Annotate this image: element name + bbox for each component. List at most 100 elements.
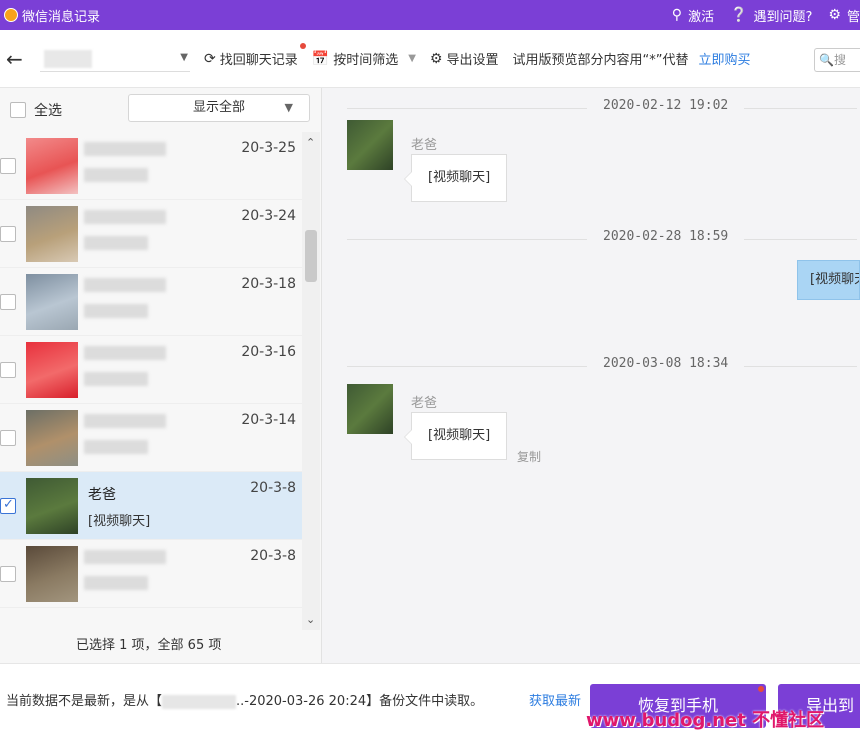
blurred-preview xyxy=(84,304,148,318)
export-settings-label: 导出设置 xyxy=(446,53,499,68)
scroll-up-icon[interactable]: ⌃ xyxy=(306,136,315,149)
buy-now-link[interactable]: 立即购买 xyxy=(698,49,750,68)
app-title: 微信消息记录 xyxy=(22,9,101,25)
message-bubble[interactable]: [视频聊天] xyxy=(403,412,508,460)
help-icon: ❔ xyxy=(730,7,748,23)
message-bubble[interactable]: [视频聊天] xyxy=(403,154,508,202)
avatar xyxy=(26,274,78,330)
message-bubble-self[interactable]: [视频聊天] xyxy=(797,260,860,300)
chat-item-checkbox[interactable] xyxy=(0,497,16,514)
time-divider-label: 2020-03-08 18:34 xyxy=(587,356,745,371)
filter-by-time-button[interactable]: 📅 按时间筛选 ▼ xyxy=(311,49,416,69)
chat-item-checkbox[interactable] xyxy=(0,566,16,582)
chat-list-item[interactable]: 20-3-8 老爸 [视频聊天] xyxy=(0,472,302,540)
chat-item-checkbox[interactable] xyxy=(0,430,16,446)
avatar[interactable] xyxy=(347,384,393,434)
message-sender: 老爸 xyxy=(411,138,438,153)
blurred-name xyxy=(84,142,166,156)
fetch-latest-link[interactable]: 获取最新 xyxy=(529,690,581,709)
notice-suffix: ..-2020-03-26 20:24】备份文件中读取。 xyxy=(236,694,484,709)
chat-item-date: 20-3-16 xyxy=(241,344,296,360)
chat-list-item[interactable]: 20-3-24 xyxy=(0,200,302,268)
time-divider-label: 2020-02-28 18:59 xyxy=(587,229,745,244)
avatar[interactable] xyxy=(347,120,393,170)
refresh-icon: ⟳ xyxy=(204,50,216,67)
select-all-checkbox[interactable] xyxy=(10,102,26,118)
chat-item-date: 20-3-18 xyxy=(241,276,296,292)
titlebar-actions: ⚲ 激活 ❔ 遇到问题? ⚙ 管 xyxy=(662,0,860,30)
chat-list-item[interactable]: 20-3-18 xyxy=(0,268,302,336)
trial-notice: 试用版预览部分内容用“*”代替 xyxy=(512,49,688,68)
chevron-down-icon: ▼ xyxy=(408,53,416,64)
blurred-preview xyxy=(84,576,148,590)
selection-count: 已选择 1 项，全部 65 项 xyxy=(76,638,222,653)
chat-item-checkbox[interactable] xyxy=(0,226,16,242)
blurred-name xyxy=(84,210,166,224)
calendar-icon: 📅 xyxy=(311,50,330,67)
avatar xyxy=(26,410,78,466)
avatar xyxy=(26,138,78,194)
show-all-dropdown[interactable]: 显示全部 ▼ xyxy=(128,94,310,122)
chat-list-scrollbar[interactable]: ⌃ ⌄ xyxy=(302,132,320,630)
chat-item-checkbox[interactable] xyxy=(0,158,16,174)
blurred-preview xyxy=(84,168,148,182)
copy-link[interactable]: 复制 xyxy=(517,448,541,465)
show-all-label: 显示全部 xyxy=(192,100,245,115)
chevron-down-icon: ▼ xyxy=(284,101,293,114)
notification-dot xyxy=(299,43,306,49)
blurred-contact xyxy=(44,49,92,68)
blurred-filename xyxy=(162,694,237,709)
search-placeholder: 搜 xyxy=(833,53,846,67)
activate-link[interactable]: 激活 xyxy=(688,6,714,25)
chat-item-date: 20-3-25 xyxy=(241,140,296,156)
scroll-down-icon[interactable]: ⌄ xyxy=(306,613,315,626)
blurred-name xyxy=(84,550,166,564)
chat-list-item[interactable]: 20-3-14 xyxy=(0,404,302,472)
chevron-down-icon: ▼ xyxy=(180,51,188,63)
help-link[interactable]: 遇到问题? xyxy=(754,6,813,25)
title-bar: 微信消息记录 ⚲ 激活 ❔ 遇到问题? ⚙ 管 xyxy=(0,0,860,30)
chat-list-item[interactable]: 20-3-16 xyxy=(0,336,302,404)
chat-list-item[interactable]: 20-3-25 xyxy=(0,132,302,200)
blurred-preview xyxy=(84,236,148,250)
chat-list-item[interactable]: 20-3-8 xyxy=(0,540,302,608)
blurred-name xyxy=(84,414,166,428)
time-divider-label: 2020-02-12 19:02 xyxy=(587,98,745,113)
avatar xyxy=(26,342,78,398)
trial-notice-text: 试用版预览部分内容用“*”代替 xyxy=(512,53,689,68)
blurred-name xyxy=(84,346,166,360)
avatar xyxy=(26,546,78,602)
select-all-row: 全选 显示全部 ▼ xyxy=(0,88,322,132)
time-divider: 2020-02-28 18:59 xyxy=(347,229,857,249)
settings-icon: ⚙ xyxy=(828,7,841,23)
watermark: www.budog.net 不懂社区 xyxy=(586,710,825,731)
export-settings-button[interactable]: ⚙ 导出设置 xyxy=(430,49,499,69)
blurred-name xyxy=(84,278,166,292)
search-icon: 🔍 xyxy=(819,53,834,67)
chat-item-date: 20-3-14 xyxy=(241,412,296,428)
toolbar: ← ▼ ⟳ 找回聊天记录 📅 按时间筛选 ▼ ⚙ 导出设置 试用版预览部分内容用… xyxy=(0,30,860,88)
chat-list-panel: 全选 显示全部 ▼ 20-3-25 20-3-24 20-3-18 20-3-16 20… xyxy=(0,88,322,663)
back-arrow-icon[interactable]: ← xyxy=(6,47,36,71)
blurred-preview xyxy=(84,372,148,386)
chat-item-date: 20-3-8 xyxy=(250,480,296,496)
time-divider: 2020-02-12 19:02 xyxy=(347,98,857,118)
notification-dot xyxy=(758,686,764,692)
key-icon: ⚲ xyxy=(671,7,683,23)
manage-link[interactable]: 管 xyxy=(847,6,860,25)
recover-chat-button[interactable]: ⟳ 找回聊天记录 xyxy=(204,43,306,68)
select-all-label: 全选 xyxy=(34,103,62,119)
scroll-thumb[interactable] xyxy=(305,230,317,282)
contact-select[interactable]: ▼ xyxy=(40,46,190,72)
chat-item-checkbox[interactable] xyxy=(0,362,16,378)
chat-item-date: 20-3-8 xyxy=(250,548,296,564)
message-panel: 2020-02-12 19:02 老爸 [视频聊天] 2020-02-28 18… xyxy=(323,88,860,663)
filter-by-time-label: 按时间筛选 xyxy=(333,53,399,68)
chat-list: 20-3-25 20-3-24 20-3-18 20-3-16 20-3-14 20-3-… xyxy=(0,132,302,630)
notice-prefix: 当前数据不是最新，是从【 xyxy=(6,694,163,709)
message-sender: 老爸 xyxy=(411,396,438,411)
chat-item-name: 老爸 xyxy=(88,487,116,503)
chat-item-date: 20-3-24 xyxy=(241,208,296,224)
chat-item-checkbox[interactable] xyxy=(0,294,16,310)
search-input[interactable]: 🔍搜 xyxy=(814,48,860,72)
